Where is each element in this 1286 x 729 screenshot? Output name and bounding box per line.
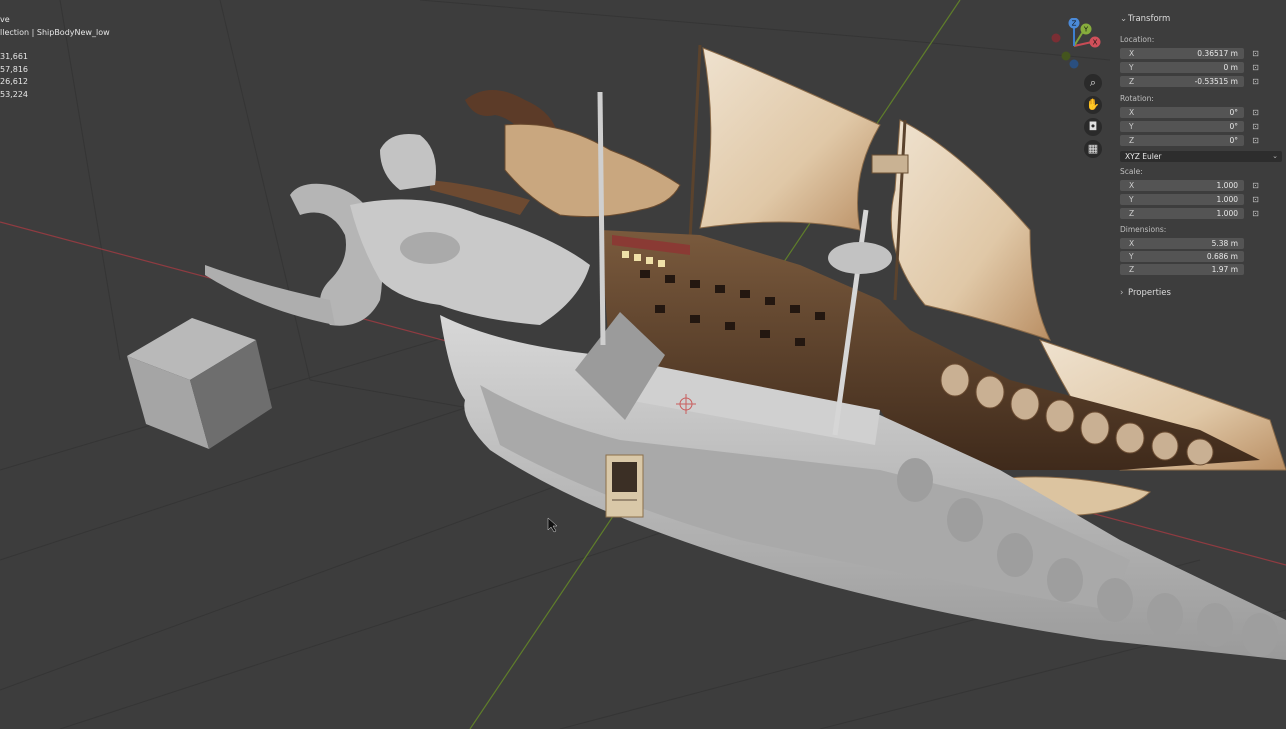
- mouse-pointer: [547, 517, 558, 533]
- dragon-skull: [430, 90, 681, 218]
- chevron-right-icon: ›: [1120, 288, 1124, 298]
- lock-icon[interactable]: ⊡: [1251, 136, 1260, 145]
- rotation-z-field[interactable]: Z 0°: [1120, 135, 1244, 146]
- properties-panel-header[interactable]: › Properties: [1120, 288, 1171, 298]
- chevron-down-icon: ⌄: [1120, 14, 1128, 24]
- navigation-gizmo[interactable]: X Y Z: [1046, 18, 1104, 70]
- rotation-label: Rotation:: [1120, 94, 1154, 103]
- location-y-field[interactable]: Y0 m: [1120, 62, 1244, 73]
- camera-icon[interactable]: ◘: [1084, 118, 1102, 136]
- lock-icon[interactable]: ⊡: [1251, 181, 1260, 190]
- sidebar-n-panel: ⌄Transform Location: X 0.36517 m ⊡ Y0 m ⊡…: [1112, 8, 1286, 308]
- cube-object: [127, 318, 272, 449]
- rotation-mode-dropdown[interactable]: XYZ Euler ⌄: [1120, 151, 1282, 162]
- dimensions-label: Dimensions:: [1120, 225, 1167, 234]
- lock-icon[interactable]: ⊡: [1251, 209, 1260, 218]
- stat-value: 53,224: [0, 89, 28, 99]
- dimensions-z-field[interactable]: Z 1.97 m: [1120, 264, 1244, 275]
- transform-panel-header[interactable]: ⌄Transform: [1120, 14, 1170, 24]
- lock-icon[interactable]: ⊡: [1251, 195, 1260, 204]
- location-label: Location:: [1120, 35, 1155, 44]
- stat-value: 31,661: [0, 52, 28, 61]
- lock-icon[interactable]: ⊡: [1251, 49, 1260, 58]
- mode-text: ve: [0, 15, 10, 24]
- scale-x-field[interactable]: X 1.000: [1120, 180, 1244, 191]
- location-x-field[interactable]: X 0.36517 m: [1120, 48, 1244, 59]
- scale-label: Scale:: [1120, 167, 1143, 176]
- grid-perspective-icon[interactable]: ▦: [1084, 140, 1102, 158]
- collection-text: llection | ShipBodyNew_low: [0, 27, 110, 37]
- lock-icon[interactable]: ⊡: [1251, 77, 1260, 86]
- zoom-icon[interactable]: ⌕: [1084, 74, 1102, 92]
- reference-card-image: [605, 454, 644, 518]
- location-z-field[interactable]: Z -0.53515 m: [1120, 76, 1244, 87]
- viewport-nav-tools: ⌕ ✋ ◘ ▦: [1084, 74, 1104, 162]
- scale-y-field[interactable]: Y 1.000: [1120, 194, 1244, 205]
- dimensions-x-field[interactable]: X 5.38 m: [1120, 238, 1244, 249]
- scale-z-field[interactable]: Z 1.000: [1120, 208, 1244, 219]
- stat-value: 26,612: [0, 77, 28, 86]
- chevron-down-icon: ⌄: [1272, 152, 1278, 160]
- rotation-y-field[interactable]: Y 0°: [1120, 121, 1244, 132]
- rotation-x-field[interactable]: X 0°: [1120, 107, 1244, 118]
- dimensions-y-field[interactable]: Y 0.686 m: [1120, 251, 1244, 262]
- viewport-stats: ve llection | ShipBodyNew_low 31,661 57,…: [0, 14, 110, 101]
- gizmo-y-label: Y: [1083, 26, 1089, 34]
- stat-value: 57,816: [0, 64, 28, 74]
- gizmo-z-label: Z: [1072, 20, 1077, 28]
- gizmo-x-label: X: [1093, 39, 1098, 47]
- lock-icon[interactable]: ⊡: [1251, 122, 1260, 131]
- hand-pan-icon[interactable]: ✋: [1084, 96, 1102, 114]
- lock-icon[interactable]: ⊡: [1251, 63, 1260, 72]
- lock-icon[interactable]: ⊡: [1251, 108, 1260, 117]
